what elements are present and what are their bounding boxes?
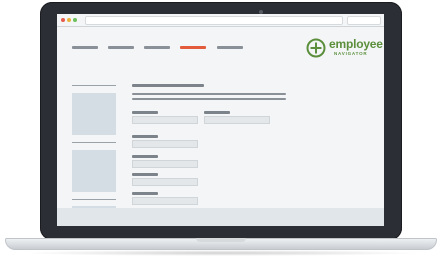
field-label: [132, 135, 158, 138]
laptop-opening-notch: [196, 238, 246, 242]
sidebar-divider: [72, 199, 116, 200]
nav-item-1[interactable]: [72, 46, 98, 49]
sidebar-image-placeholder: [72, 93, 116, 135]
logo-wordmark: employee: [329, 37, 383, 51]
sidebar-divider: [72, 85, 116, 86]
page-footer: [57, 208, 384, 226]
sidebar-image-placeholder: [72, 150, 116, 192]
logo-subtitle: NAVIGATOR: [334, 51, 368, 56]
text-field[interactable]: [204, 116, 270, 124]
nav-item-5[interactable]: [217, 46, 243, 49]
window-close-icon[interactable]: [61, 18, 65, 22]
nav-item-3[interactable]: [144, 46, 170, 49]
device-shadow: [20, 250, 422, 256]
field-label: [204, 111, 230, 114]
field-label: [132, 155, 158, 158]
browser-toolbar: [57, 14, 384, 27]
window-maximize-icon[interactable]: [73, 18, 77, 22]
text-field[interactable]: [132, 197, 198, 205]
nav-item-4-active[interactable]: [180, 46, 206, 49]
nav-item-2[interactable]: [108, 46, 134, 49]
text-field[interactable]: [132, 178, 198, 186]
web-page: employee NAVIGATOR: [57, 27, 384, 226]
content-heading: [132, 84, 204, 87]
text-field[interactable]: [132, 160, 198, 168]
sidebar-divider: [72, 142, 116, 143]
laptop-screen: employee NAVIGATOR: [57, 14, 384, 226]
field-label: [132, 173, 158, 176]
employee-navigator-logo[interactable]: employee NAVIGATOR: [306, 38, 383, 62]
text-line: [132, 98, 286, 100]
browser-search-field[interactable]: [347, 16, 381, 25]
text-field[interactable]: [132, 140, 198, 148]
address-bar[interactable]: [85, 16, 343, 25]
window-minimize-icon[interactable]: [67, 18, 71, 22]
field-label: [132, 111, 158, 114]
compass-plus-icon: [306, 38, 326, 58]
field-label: [132, 192, 158, 195]
text-line: [132, 93, 286, 95]
text-field[interactable]: [132, 116, 198, 124]
